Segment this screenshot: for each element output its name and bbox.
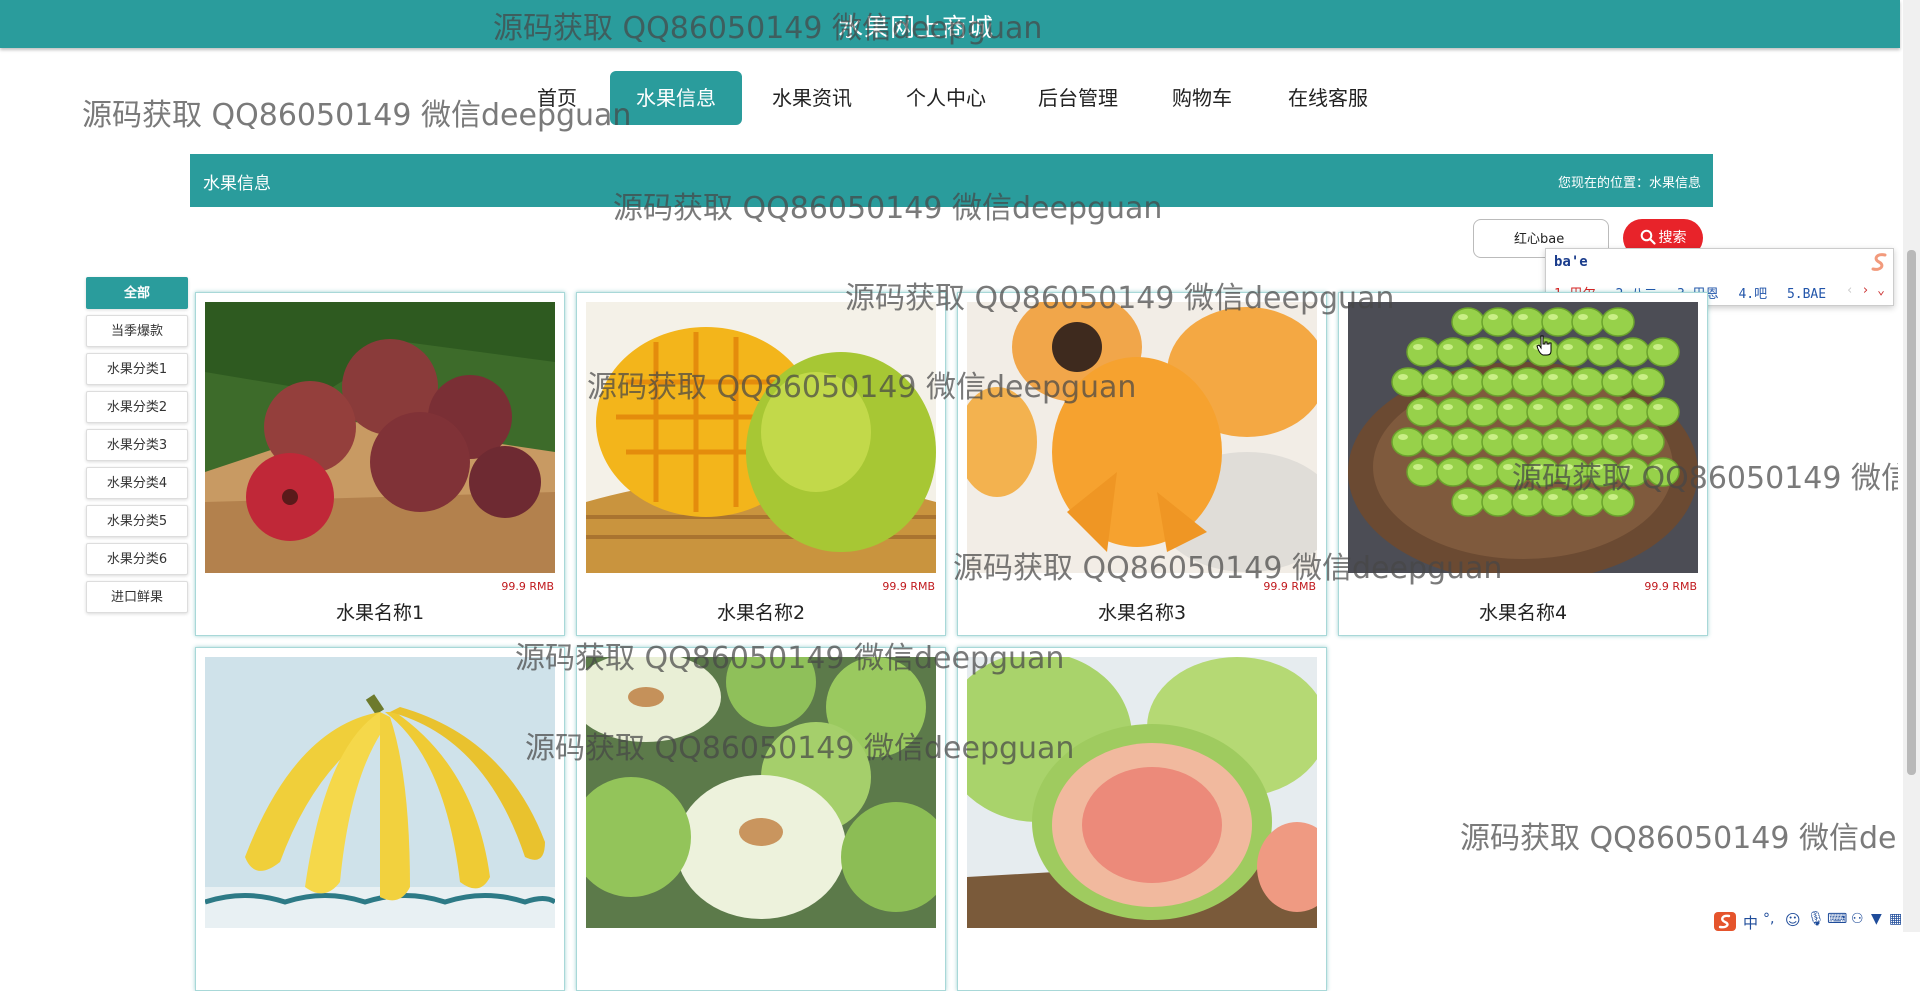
chevron-right-icon[interactable]: › xyxy=(1862,283,1870,298)
product-image-green-jujube[interactable] xyxy=(586,657,936,928)
product-name[interactable]: 水果名称3 xyxy=(958,598,1326,625)
sogou-logo-icon xyxy=(1871,253,1887,271)
ime-mode-indicator[interactable]: 中 xyxy=(1743,912,1758,933)
section-header-bar: 水果信息 您现在的位置：水果信息 xyxy=(190,154,1713,207)
nav-item-online-service[interactable]: 在线客服 xyxy=(1278,71,1378,125)
product-name[interactable]: 水果名称2 xyxy=(577,598,945,625)
scrollbar-thumb[interactable] xyxy=(1907,250,1916,775)
product-image-plum[interactable] xyxy=(205,302,555,573)
category-2[interactable]: 水果分类2 xyxy=(86,391,188,423)
category-3[interactable]: 水果分类3 xyxy=(86,429,188,461)
ime-page-arrows[interactable]: ‹ › ⌄ xyxy=(1846,283,1885,298)
category-5[interactable]: 水果分类5 xyxy=(86,505,188,537)
chevron-down-icon[interactable]: ⌄ xyxy=(1877,283,1885,298)
category-4[interactable]: 水果分类4 xyxy=(86,467,188,499)
chevron-left-icon[interactable]: ‹ xyxy=(1846,283,1854,298)
punctuation-icon[interactable]: °, xyxy=(1763,911,1774,927)
product-image-guava[interactable] xyxy=(967,657,1317,928)
nav-item-fruit-news[interactable]: 水果资讯 xyxy=(762,71,862,125)
breadcrumb: 您现在的位置：水果信息 xyxy=(1557,176,1701,191)
product-card[interactable] xyxy=(957,647,1327,991)
product-image-green-grapes[interactable] xyxy=(1348,302,1698,573)
nav-item-personal-center[interactable]: 个人中心 xyxy=(896,71,996,125)
top-header-bar: 水果网上商城 xyxy=(0,0,1900,48)
ime-candidate[interactable]: 4.吧 xyxy=(1738,287,1767,302)
nav-item-fruit-info[interactable]: 水果信息 xyxy=(610,71,742,125)
product-card[interactable]: 99.9 RMB 水果名称4 xyxy=(1338,292,1708,636)
product-image-loquat[interactable] xyxy=(967,302,1317,573)
user-icon[interactable]: ⚇ xyxy=(1851,911,1864,927)
hand-cursor-icon xyxy=(1536,335,1552,356)
page-scrollbar[interactable] xyxy=(1903,0,1920,932)
product-name[interactable]: 水果名称4 xyxy=(1339,598,1707,625)
category-imported[interactable]: 进口鲜果 xyxy=(86,581,188,613)
product-price: 99.9 RMB xyxy=(882,580,935,593)
category-1[interactable]: 水果分类1 xyxy=(86,353,188,385)
search-icon xyxy=(1640,229,1656,245)
grid-menu-icon[interactable]: ▦ xyxy=(1889,911,1902,927)
category-all[interactable]: 全部 xyxy=(86,277,188,309)
ime-candidate[interactable]: 5.BAE xyxy=(1787,287,1826,302)
nav-item-admin[interactable]: 后台管理 xyxy=(1028,71,1128,125)
ime-status-tray[interactable]: 中 °, ☺ 🎙 ⌨ ⚇ ▼ ▦ xyxy=(1713,911,1903,932)
search-button-label: 搜索 xyxy=(1658,230,1687,246)
category-seasonal-hot[interactable]: 当季爆款 xyxy=(86,315,188,347)
nav-item-cart[interactable]: 购物车 xyxy=(1162,71,1242,125)
product-image-mango[interactable] xyxy=(586,302,936,573)
product-price: 99.9 RMB xyxy=(1644,580,1697,593)
site-title: 水果网上商城 xyxy=(838,13,995,42)
keyboard-icon[interactable]: ⌨ xyxy=(1827,911,1847,927)
nav-item-home[interactable]: 首页 xyxy=(526,71,588,125)
skin-icon[interactable]: ▼ xyxy=(1871,911,1882,927)
microphone-icon[interactable]: 🎙 xyxy=(1807,911,1825,927)
watermark: 源码获取 QQ86050149 微信deepguan xyxy=(1460,821,1898,856)
product-card[interactable]: 99.9 RMB 水果名称2 xyxy=(576,292,946,636)
emoji-icon[interactable]: ☺ xyxy=(1785,911,1801,929)
product-card[interactable]: 99.9 RMB 水果名称1 xyxy=(195,292,565,636)
product-name[interactable]: 水果名称1 xyxy=(196,598,564,625)
product-price: 99.9 RMB xyxy=(501,580,554,593)
product-image-banana[interactable] xyxy=(205,657,555,928)
sogou-logo-icon[interactable] xyxy=(1713,911,1739,932)
product-price: 99.9 RMB xyxy=(1263,580,1316,593)
category-6[interactable]: 水果分类6 xyxy=(86,543,188,575)
section-title: 水果信息 xyxy=(203,174,271,194)
product-card[interactable] xyxy=(576,647,946,991)
ime-composition: ba'e xyxy=(1554,254,1588,270)
product-card[interactable]: 99.9 RMB 水果名称3 xyxy=(957,292,1327,636)
product-card[interactable] xyxy=(195,647,565,991)
